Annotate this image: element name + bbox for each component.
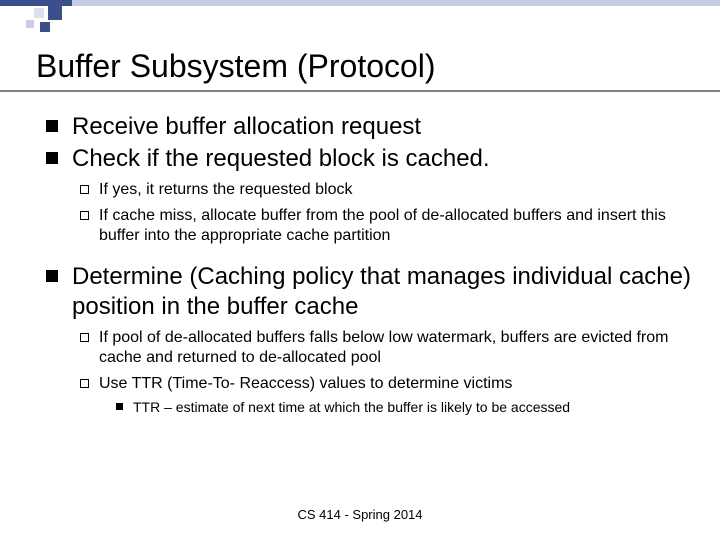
hollow-square-bullet-icon: [80, 185, 89, 194]
bullet-level2: If pool of de-allocated buffers falls be…: [36, 328, 696, 368]
bullet-text: Receive buffer allocation request: [72, 112, 421, 142]
slide-title: Buffer Subsystem (Protocol): [36, 48, 436, 85]
square-bullet-icon: [46, 270, 58, 282]
bullet-text: Determine (Caching policy that manages i…: [72, 262, 696, 322]
hollow-square-bullet-icon: [80, 211, 89, 220]
title-underline: [0, 90, 720, 92]
bullet-text: Check if the requested block is cached.: [72, 144, 490, 174]
square-bullet-icon: [46, 152, 58, 164]
bullet-level1: Receive buffer allocation request: [36, 112, 696, 142]
bullet-level1: Check if the requested block is cached.: [36, 144, 696, 174]
bullet-level1: Determine (Caching policy that manages i…: [36, 262, 696, 322]
square-bullet-icon: [116, 403, 123, 410]
bullet-text: If cache miss, allocate buffer from the …: [99, 206, 696, 246]
bullet-level2: If yes, it returns the requested block: [36, 180, 696, 200]
bullet-text: TTR – estimate of next time at which the…: [133, 398, 570, 416]
bullet-level3: TTR – estimate of next time at which the…: [36, 398, 696, 416]
hollow-square-bullet-icon: [80, 379, 89, 388]
hollow-square-bullet-icon: [80, 333, 89, 342]
bullet-text: Use TTR (Time-To- Reaccess) values to de…: [99, 374, 512, 394]
slide-body: Receive buffer allocation request Check …: [36, 112, 696, 416]
bullet-text: If yes, it returns the requested block: [99, 180, 352, 200]
bullet-level2: If cache miss, allocate buffer from the …: [36, 206, 696, 246]
bullet-text: If pool of de-allocated buffers falls be…: [99, 328, 696, 368]
bullet-level2: Use TTR (Time-To- Reaccess) values to de…: [36, 374, 696, 394]
square-bullet-icon: [46, 120, 58, 132]
slide-footer: CS 414 - Spring 2014: [0, 507, 720, 522]
slide-top-strip: [0, 0, 720, 6]
